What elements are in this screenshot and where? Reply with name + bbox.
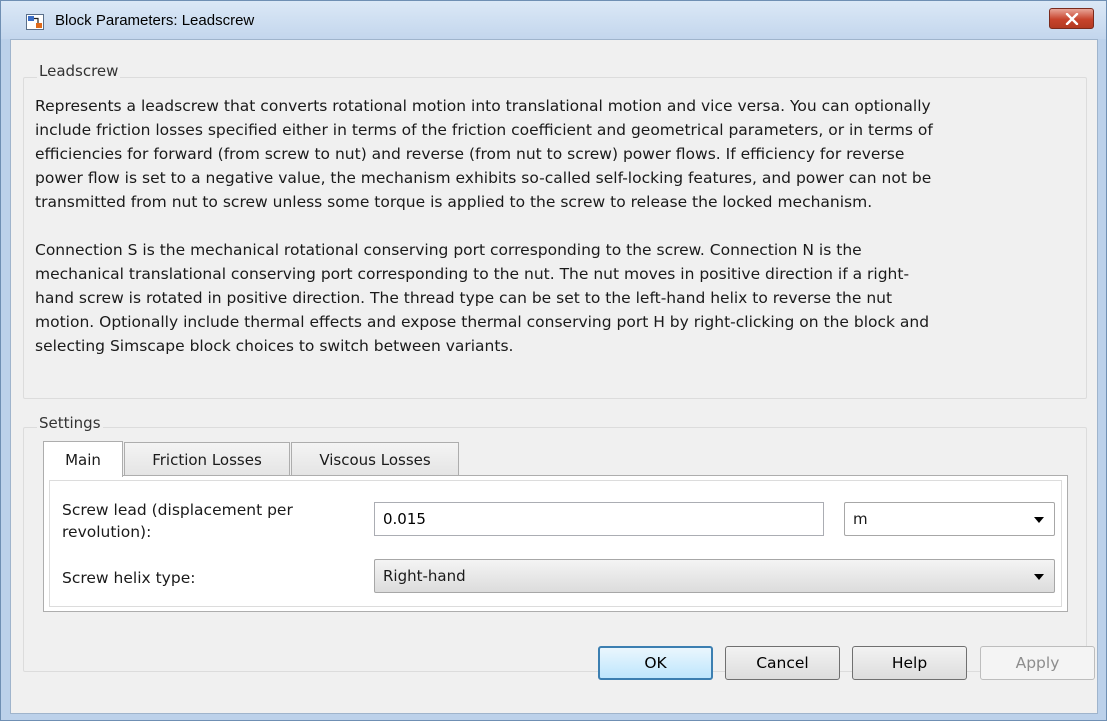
main-parameters-box: Screw lead (displacement per revolution)… — [49, 480, 1062, 607]
screw-lead-label-line: revolution): — [62, 523, 152, 541]
screw-lead-input[interactable] — [374, 502, 824, 536]
helix-type-dropdown[interactable]: Right-hand — [374, 559, 1055, 593]
help-button-label: Help — [891, 654, 928, 672]
main-tab-panel: Screw lead (displacement per revolution)… — [43, 475, 1068, 612]
dialog-client-area: Leadscrew Represents a leadscrew that co… — [10, 39, 1098, 714]
tab-friction-losses-label: Friction Losses — [152, 450, 262, 469]
description-line: efficiencies for forward (from screw to … — [35, 145, 905, 163]
description-line: mechanical translational conserving port… — [35, 265, 910, 283]
dialog-window: Block Parameters: Leadscrew Leadscrew Re… — [0, 0, 1107, 721]
ok-button-label: OK — [644, 654, 667, 672]
cancel-button-label: Cancel — [756, 654, 809, 672]
window-title: Block Parameters: Leadscrew — [55, 12, 255, 29]
close-button[interactable] — [1049, 8, 1094, 29]
helix-type-label: Screw helix type: — [62, 569, 196, 587]
description-line: Connection S is the mechanical rotationa… — [35, 241, 862, 259]
ok-button[interactable]: OK — [598, 646, 713, 680]
description-line: Represents a leadscrew that converts rot… — [35, 97, 931, 115]
description-line: power flow is set to a negative value, t… — [35, 169, 932, 187]
cancel-button[interactable]: Cancel — [725, 646, 840, 680]
description-line: hand screw is rotated in positive direct… — [35, 289, 893, 307]
tab-viscous-losses[interactable]: Viscous Losses — [291, 442, 459, 476]
description-group-label: Leadscrew — [37, 62, 121, 80]
description-line: include friction losses specified either… — [35, 121, 933, 139]
help-button[interactable]: Help — [852, 646, 967, 680]
description-text: Represents a leadscrew that converts rot… — [35, 94, 1085, 358]
chevron-down-icon — [1034, 517, 1044, 523]
apply-button: Apply — [980, 646, 1095, 680]
screw-lead-label: Screw lead (displacement per revolution)… — [62, 499, 293, 543]
screw-lead-unit-value: m — [853, 510, 868, 528]
apply-button-label: Apply — [1015, 654, 1060, 672]
tab-friction-losses[interactable]: Friction Losses — [124, 442, 290, 476]
screw-lead-label-line: Screw lead (displacement per — [62, 501, 293, 519]
tab-viscous-losses-label: Viscous Losses — [319, 450, 431, 469]
tab-main[interactable]: Main — [43, 441, 123, 477]
close-icon — [1065, 12, 1078, 25]
chevron-down-icon — [1034, 574, 1044, 580]
tab-main-label: Main — [65, 450, 101, 469]
simulink-block-icon — [26, 14, 44, 30]
settings-group-label: Settings — [37, 414, 103, 432]
helix-type-value: Right-hand — [383, 567, 466, 585]
screw-lead-unit-dropdown[interactable]: m — [844, 502, 1055, 536]
description-line: motion. Optionally include thermal effec… — [35, 313, 930, 331]
description-line: selecting Simscape block choices to swit… — [35, 337, 514, 355]
title-bar[interactable]: Block Parameters: Leadscrew — [1, 1, 1106, 39]
description-line: transmitted from nut to screw unless som… — [35, 193, 873, 211]
